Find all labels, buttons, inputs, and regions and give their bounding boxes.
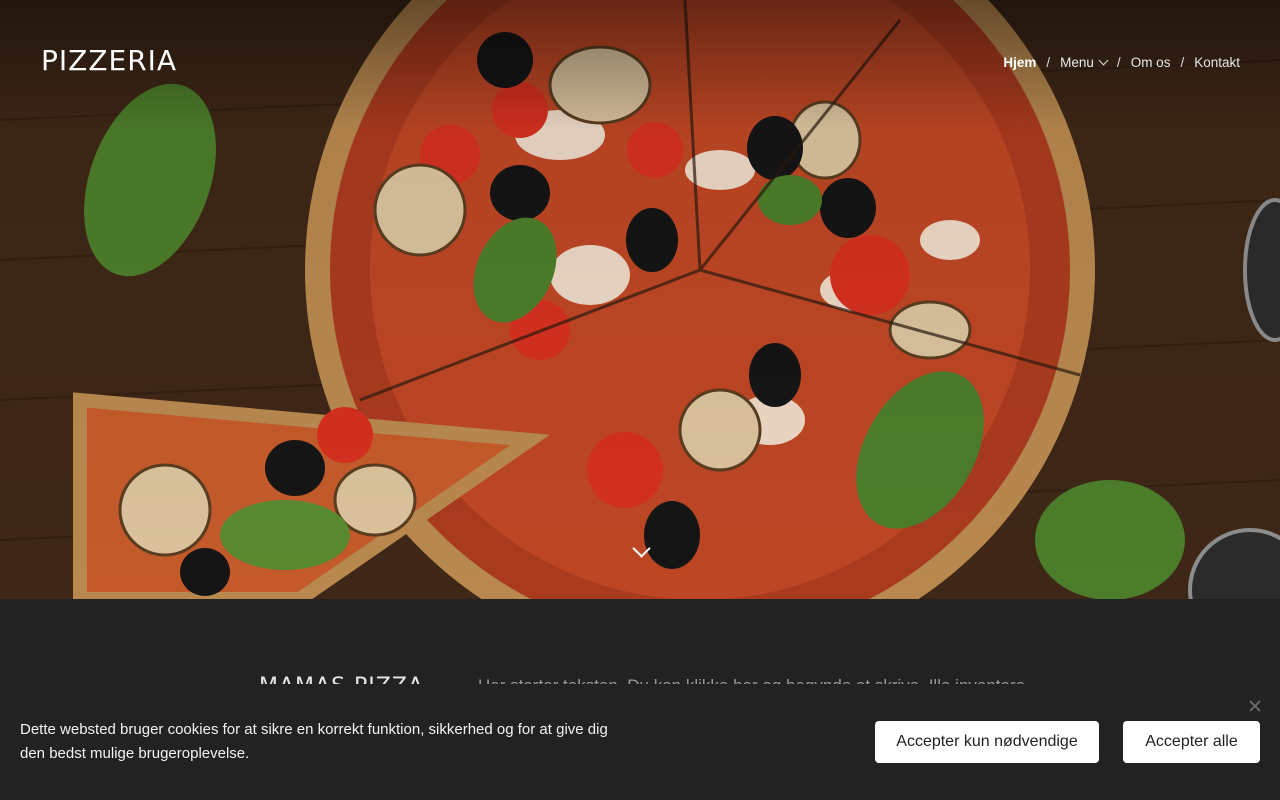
nav-separator: / (1116, 55, 1121, 70)
site-logo[interactable]: PIZZERIA (41, 44, 177, 77)
nav-item-menu[interactable]: Menu (1060, 55, 1109, 70)
cookie-message: Dette websted bruger cookies for at sikr… (20, 721, 608, 762)
nav-separator: / (1180, 55, 1185, 70)
accept-necessary-button[interactable]: Accepter kun nødvendige (875, 721, 1099, 763)
cookie-banner: Dette websted bruger cookies for at sikr… (0, 684, 1280, 800)
chevron-down-icon (1098, 55, 1109, 66)
accept-all-button[interactable]: Accepter alle (1123, 721, 1260, 763)
nav-item-kontakt[interactable]: Kontakt (1194, 55, 1240, 70)
close-icon[interactable] (1247, 698, 1263, 714)
nav-separator: / (1046, 55, 1051, 70)
nav-item-menu-label: Menu (1060, 55, 1094, 70)
nav-item-hjem[interactable]: Hjem (1003, 55, 1036, 70)
nav-item-om-os[interactable]: Om os (1131, 55, 1171, 70)
main-nav: Hjem / Menu / Om os / Kontakt (1003, 55, 1240, 70)
scroll-down-chevron-icon[interactable] (632, 539, 651, 560)
hero-shade (0, 0, 1280, 599)
hero-section: PIZZERIA Hjem / Menu / Om os / Kontakt (0, 0, 1280, 599)
